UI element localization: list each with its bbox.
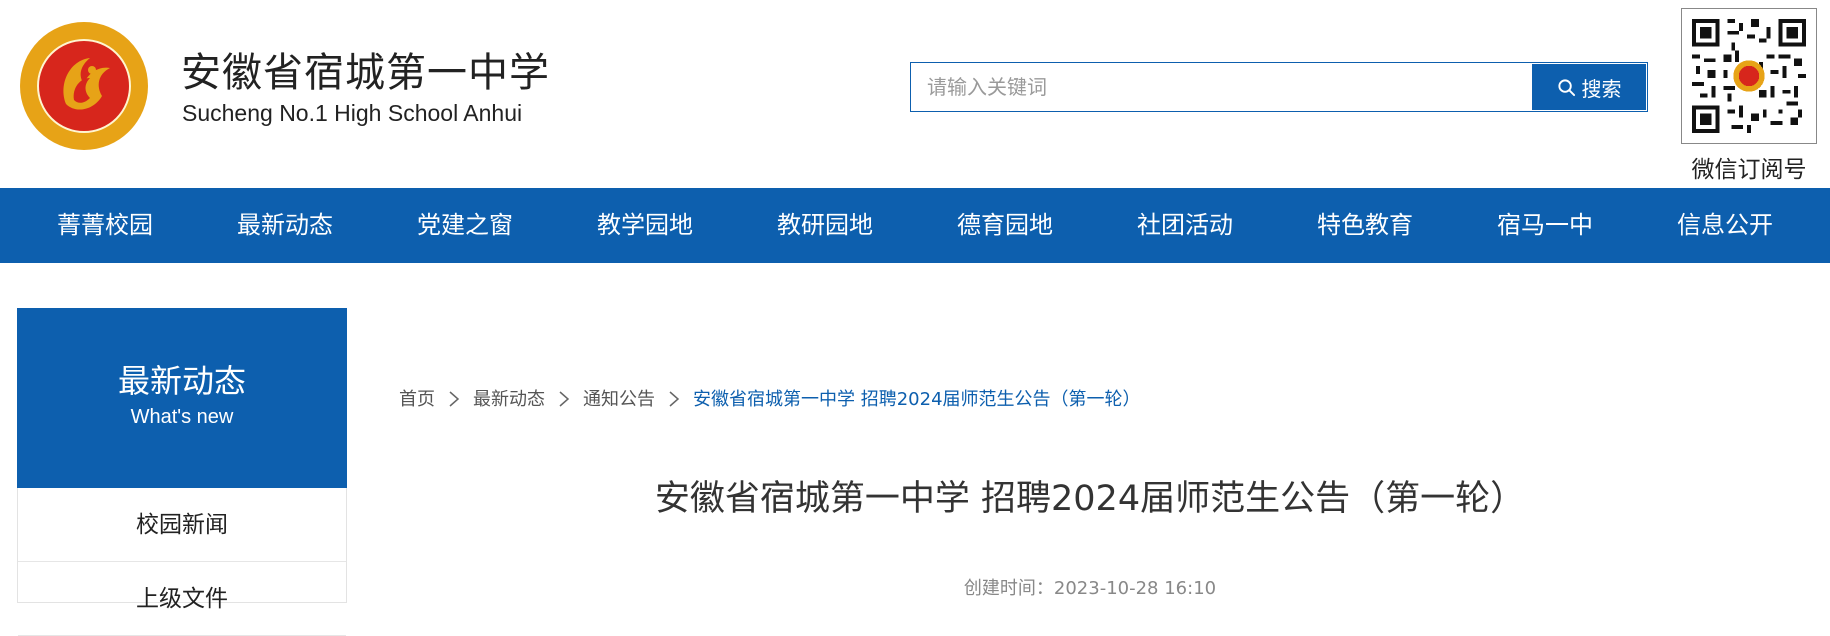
search-input[interactable] (911, 63, 1531, 111)
breadcrumb: 首页 最新动态 通知公告 安徽省宿城第一中学 招聘2024届师范生公告（第一轮） (399, 383, 1141, 413)
nav-item-special[interactable]: 特色教育 (1275, 188, 1455, 263)
school-logo[interactable] (18, 20, 150, 152)
search-button-label: 搜索 (1581, 76, 1622, 101)
search-box: 搜索 (910, 62, 1648, 112)
search-button[interactable]: 搜索 (1532, 64, 1646, 110)
sidebar-header: 最新动态 What's new (17, 308, 347, 488)
nav-item-disclosure[interactable]: 信息公开 (1635, 188, 1815, 263)
qr-code (1681, 8, 1817, 144)
article-meta: 创建时间：2023-10-28 16:10 (963, 578, 1217, 599)
site-header: 安徽省宿城第一中学 Sucheng No.1 High School Anhui… (0, 0, 1830, 188)
sidebar-subtitle: What's new (130, 406, 234, 428)
sidebar-title: 最新动态 (117, 362, 246, 400)
breadcrumb-notices[interactable]: 通知公告 (583, 385, 655, 411)
breadcrumb-home[interactable]: 首页 (399, 385, 435, 411)
qr-label: 微信订阅号 (1691, 157, 1807, 183)
nav-item-research[interactable]: 教研园地 (735, 188, 915, 263)
qr-code-icon (1692, 19, 1806, 133)
site-title: 安徽省宿城第一中学 (181, 50, 550, 96)
nav-item-suma[interactable]: 宿马一中 (1455, 188, 1635, 263)
nav-item-teaching[interactable]: 教学园地 (555, 188, 735, 263)
site-subtitle: Sucheng No.1 High School Anhui (182, 100, 523, 126)
chevron-right-icon (655, 388, 693, 409)
nav-item-party[interactable]: 党建之窗 (375, 188, 555, 263)
chevron-right-icon (435, 388, 473, 409)
nav-item-campus[interactable]: 菁菁校园 (15, 188, 195, 263)
article-title: 安徽省宿城第一中学 招聘2024届师范生公告（第一轮） (654, 479, 1526, 519)
chevron-right-icon (545, 388, 583, 409)
nav-item-moral[interactable]: 德育园地 (915, 188, 1095, 263)
nav-item-clubs[interactable]: 社团活动 (1095, 188, 1275, 263)
sidebar-item-campus-news[interactable]: 校园新闻 (18, 488, 346, 562)
sidebar: 最新动态 What's new 校园新闻 上级文件 (17, 308, 347, 636)
breadcrumb-news[interactable]: 最新动态 (473, 385, 545, 411)
breadcrumb-current[interactable]: 安徽省宿城第一中学 招聘2024届师范生公告（第一轮） (693, 385, 1141, 411)
nav-item-news[interactable]: 最新动态 (195, 188, 375, 263)
search-icon (1557, 78, 1575, 96)
sidebar-item-official-docs[interactable]: 上级文件 (18, 562, 346, 636)
main-nav: 菁菁校园 最新动态 党建之窗 教学园地 教研园地 德育园地 社团活动 特色教育 … (0, 188, 1830, 263)
